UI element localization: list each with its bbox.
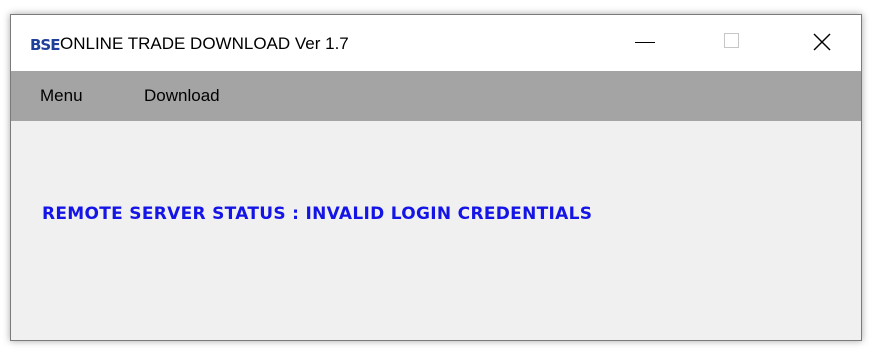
maximize-button[interactable] <box>699 15 763 71</box>
app-window: BSE ONLINE TRADE DOWNLOAD Ver 1.7 Menu D… <box>10 14 862 341</box>
minimize-icon <box>635 42 655 43</box>
window-title: ONLINE TRADE DOWNLOAD Ver 1.7 <box>60 34 349 53</box>
menu-bar: Menu Download <box>11 71 861 121</box>
menu-item-menu[interactable]: Menu <box>40 86 83 106</box>
menu-item-download[interactable]: Download <box>144 86 220 106</box>
minimize-button[interactable] <box>613 15 677 71</box>
title-bar[interactable]: BSE ONLINE TRADE DOWNLOAD Ver 1.7 <box>11 15 861 71</box>
server-status-text: REMOTE SERVER STATUS : INVALID LOGIN CRE… <box>42 204 593 224</box>
maximize-icon <box>724 33 739 48</box>
close-button[interactable] <box>790 15 854 71</box>
close-icon <box>813 33 831 51</box>
bse-logo-icon: BSE <box>30 36 61 54</box>
